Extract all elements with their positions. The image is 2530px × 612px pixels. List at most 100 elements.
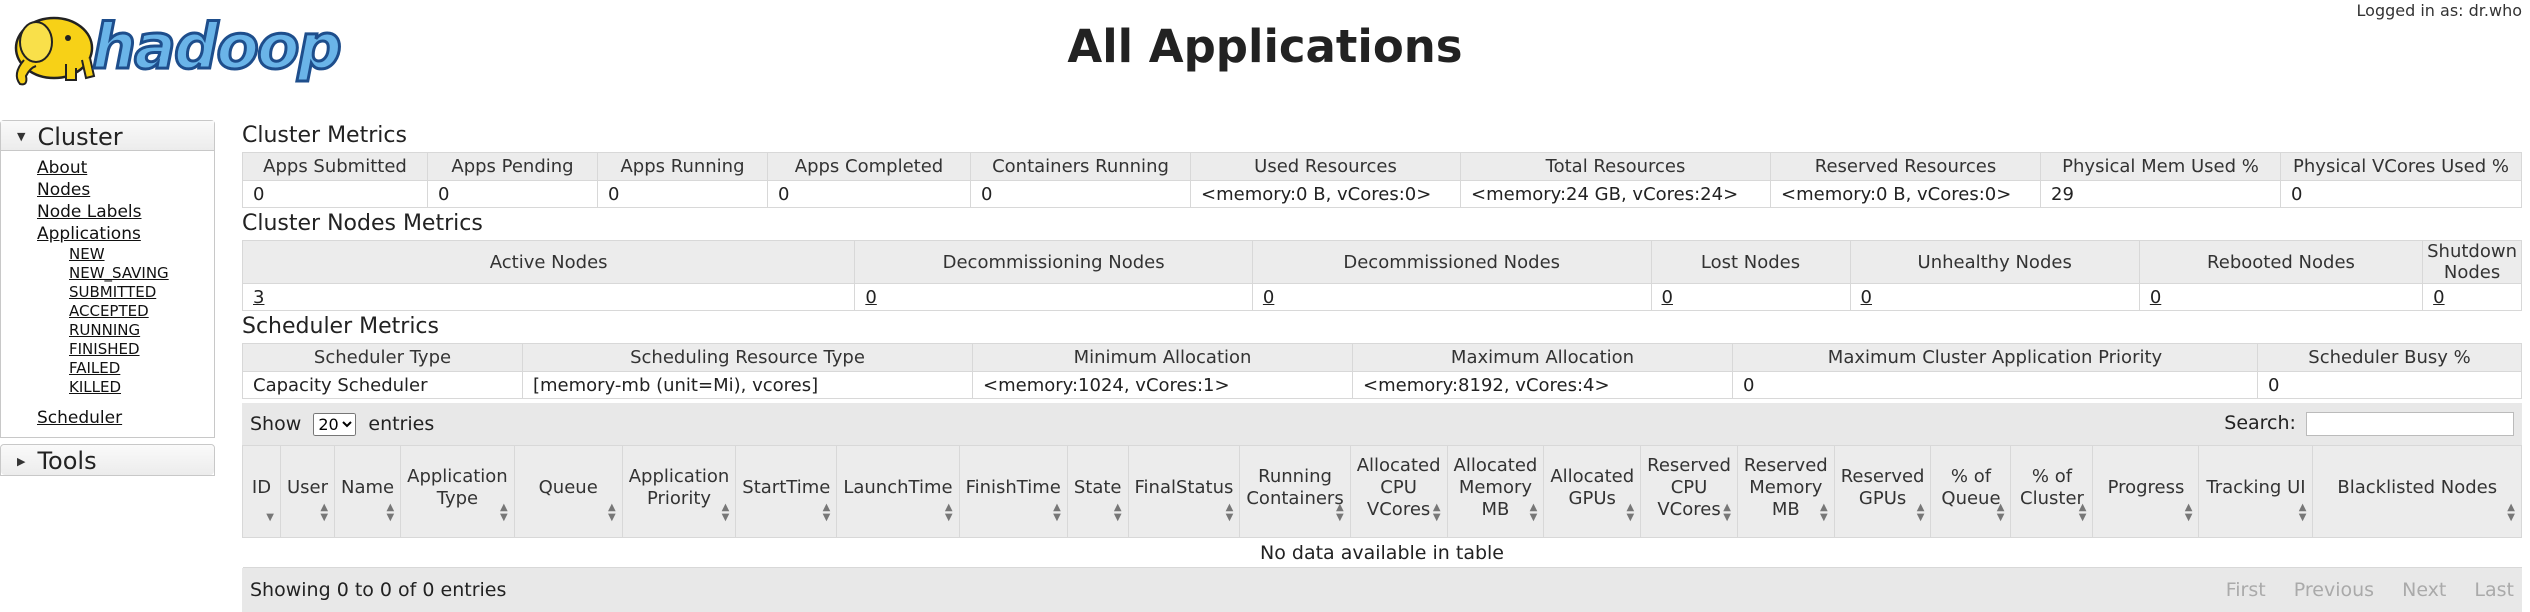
- nav-state-new[interactable]: NEW: [69, 245, 214, 264]
- metric-value: [memory-mb (unit=Mi), vcores]: [522, 371, 973, 399]
- nav-state-submitted[interactable]: SUBMITTED: [69, 283, 214, 302]
- cluster-section-label: Cluster: [37, 122, 123, 151]
- sort-arrows-icon: ▲ ▼: [1529, 502, 1538, 523]
- column-header-label: Allocated Memory MB: [1453, 454, 1538, 520]
- column-header-label: Queue: [538, 476, 598, 498]
- column-header-label: Running Containers: [1246, 465, 1344, 509]
- nav-node-labels-link[interactable]: Node Labels: [37, 201, 214, 223]
- nav-scheduler-link[interactable]: Scheduler: [37, 407, 214, 429]
- metric-header: Decommissioning Nodes: [854, 240, 1253, 284]
- sort-arrows-icon: ▲ ▼: [2184, 502, 2193, 523]
- metric-header: Scheduling Resource Type: [522, 343, 973, 372]
- nav-nodes-link[interactable]: Nodes: [37, 179, 214, 201]
- nav-state-failed[interactable]: FAILED: [69, 359, 214, 378]
- metric-value: <memory:24 GB, vCores:24>: [1460, 180, 1771, 208]
- column-header[interactable]: Allocated CPU VCores ▲ ▼: [1349, 445, 1448, 538]
- entries-label: entries: [368, 412, 435, 435]
- column-header[interactable]: % of Cluster ▲ ▼: [2010, 445, 2094, 538]
- decommissioning-nodes-link[interactable]: 0: [854, 283, 1253, 311]
- metric-header: Scheduler Type: [242, 343, 523, 372]
- cluster-section: ▼ Cluster About Nodes Node Labels Applic…: [0, 120, 215, 438]
- column-header[interactable]: Application Type ▲ ▼: [400, 445, 515, 538]
- applications-table: ID ▼ User ▲ ▼ Name ▲ ▼ Application Type ▲ ▼ Queue ▲ ▼…: [242, 445, 2522, 568]
- nav-state-finished[interactable]: FINISHED: [69, 340, 214, 359]
- column-header-label: Blacklisted Nodes: [2337, 476, 2498, 498]
- metric-header: Lost Nodes: [1650, 240, 1851, 284]
- metric-value: 0: [427, 180, 598, 208]
- nav-applications-link[interactable]: Applications: [37, 223, 214, 245]
- metric-header: Apps Running: [597, 152, 768, 181]
- sidebar: ▼ Cluster About Nodes Node Labels Applic…: [0, 120, 215, 476]
- metric-value: 0: [2257, 371, 2522, 399]
- first-page-button[interactable]: First: [2226, 579, 2266, 601]
- column-header[interactable]: Tracking UI ▲ ▼: [2198, 445, 2314, 538]
- metric-header: Physical VCores Used %: [2280, 152, 2522, 181]
- column-header[interactable]: Running Containers ▲ ▼: [1239, 445, 1351, 538]
- column-header[interactable]: Blacklisted Nodes ▲ ▼: [2312, 445, 2522, 538]
- column-header-label: User: [287, 476, 329, 498]
- column-header[interactable]: StartTime ▲ ▼: [735, 445, 838, 538]
- nav-about-link[interactable]: About: [37, 157, 214, 179]
- sort-arrows-icon: ▲ ▼: [1723, 502, 1731, 523]
- tools-section-label: Tools: [37, 447, 97, 475]
- column-header[interactable]: % of Queue ▲ ▼: [1930, 445, 2012, 538]
- column-header[interactable]: FinalStatus ▲ ▼: [1127, 445, 1241, 538]
- sort-arrows-icon: ▲ ▼: [944, 502, 953, 523]
- column-header-label: Reserved Memory MB: [1743, 454, 1828, 520]
- column-header[interactable]: LaunchTime ▲ ▼: [836, 445, 960, 538]
- page-length-select[interactable]: 20: [313, 412, 357, 436]
- cluster-metrics-title: Cluster Metrics: [242, 123, 407, 148]
- lost-nodes-link[interactable]: 0: [1650, 283, 1851, 311]
- column-header-label: ID: [251, 476, 272, 498]
- column-header[interactable]: FinishTime ▲ ▼: [958, 445, 1068, 538]
- cluster-section-header[interactable]: ▼ Cluster: [1, 121, 214, 151]
- nav-state-running[interactable]: RUNNING: [69, 321, 214, 340]
- sort-arrows-icon: ▲ ▼: [608, 502, 616, 523]
- metric-value: 29: [2040, 180, 2281, 208]
- triangle-right-icon: ▶: [17, 454, 26, 468]
- unhealthy-nodes-link[interactable]: 0: [1849, 283, 2140, 311]
- nav-state-killed[interactable]: KILLED: [69, 378, 214, 397]
- node-metrics-table: Active Nodes Decommissioning Nodes Decom…: [241, 240, 2522, 311]
- column-header[interactable]: Reserved Memory MB ▲ ▼: [1736, 445, 1835, 538]
- page-title: All Applications: [1067, 20, 1463, 73]
- nav-state-accepted[interactable]: ACCEPTED: [69, 302, 214, 321]
- column-header-label: StartTime: [742, 476, 831, 498]
- column-header[interactable]: ID ▼: [242, 445, 281, 538]
- column-header[interactable]: Reserved GPUs ▲ ▼: [1833, 445, 1932, 538]
- search-input[interactable]: [2306, 412, 2514, 437]
- column-header-label: Application Priority: [628, 465, 730, 509]
- sort-arrows-icon: ▲ ▼: [320, 502, 329, 523]
- column-header-label: % of Queue: [1941, 465, 2001, 509]
- column-header-label: Reserved GPUs: [1840, 465, 1925, 509]
- metric-header: Apps Pending: [427, 152, 598, 181]
- column-header[interactable]: State ▲ ▼: [1066, 445, 1129, 538]
- column-header[interactable]: Reserved CPU VCores ▲ ▼: [1640, 445, 1738, 538]
- page-length-control: Show 20 entries: [250, 412, 435, 436]
- column-header[interactable]: User ▲ ▼: [279, 445, 336, 538]
- last-page-button[interactable]: Last: [2474, 579, 2514, 601]
- empty-table-message: No data available in table: [242, 537, 2522, 568]
- column-header[interactable]: Queue ▲ ▼: [513, 445, 623, 538]
- column-header[interactable]: Allocated GPUs ▲ ▼: [1543, 445, 1642, 538]
- shutdown-nodes-link[interactable]: 0: [2422, 283, 2522, 311]
- app-state-list: NEW NEW_SAVING SUBMITTED ACCEPTED RUNNIN…: [37, 245, 214, 397]
- table-info: Showing 0 to 0 of 0 entries: [250, 579, 507, 601]
- metric-value: 0: [242, 180, 428, 208]
- rebooted-nodes-link[interactable]: 0: [2138, 283, 2424, 311]
- column-header-label: FinalStatus: [1134, 476, 1234, 498]
- active-nodes-link[interactable]: 3: [241, 283, 856, 311]
- column-header-label: LaunchTime: [843, 476, 953, 498]
- tools-section-header[interactable]: ▶ Tools: [1, 445, 214, 475]
- decommissioned-nodes-link[interactable]: 0: [1251, 283, 1652, 311]
- next-page-button[interactable]: Next: [2402, 579, 2446, 601]
- sort-arrows-icon: ▲ ▼: [721, 502, 730, 523]
- column-header[interactable]: Name ▲ ▼: [334, 445, 402, 538]
- column-header[interactable]: Progress ▲ ▼: [2092, 445, 2200, 538]
- nav-state-new-saving[interactable]: NEW_SAVING: [69, 264, 214, 283]
- metric-header: Physical Mem Used %: [2040, 152, 2281, 181]
- previous-page-button[interactable]: Previous: [2294, 579, 2374, 601]
- column-header[interactable]: Application Priority ▲ ▼: [621, 445, 737, 538]
- sort-arrows-icon: ▲ ▼: [2507, 502, 2515, 523]
- column-header[interactable]: Allocated Memory MB ▲ ▼: [1446, 445, 1545, 538]
